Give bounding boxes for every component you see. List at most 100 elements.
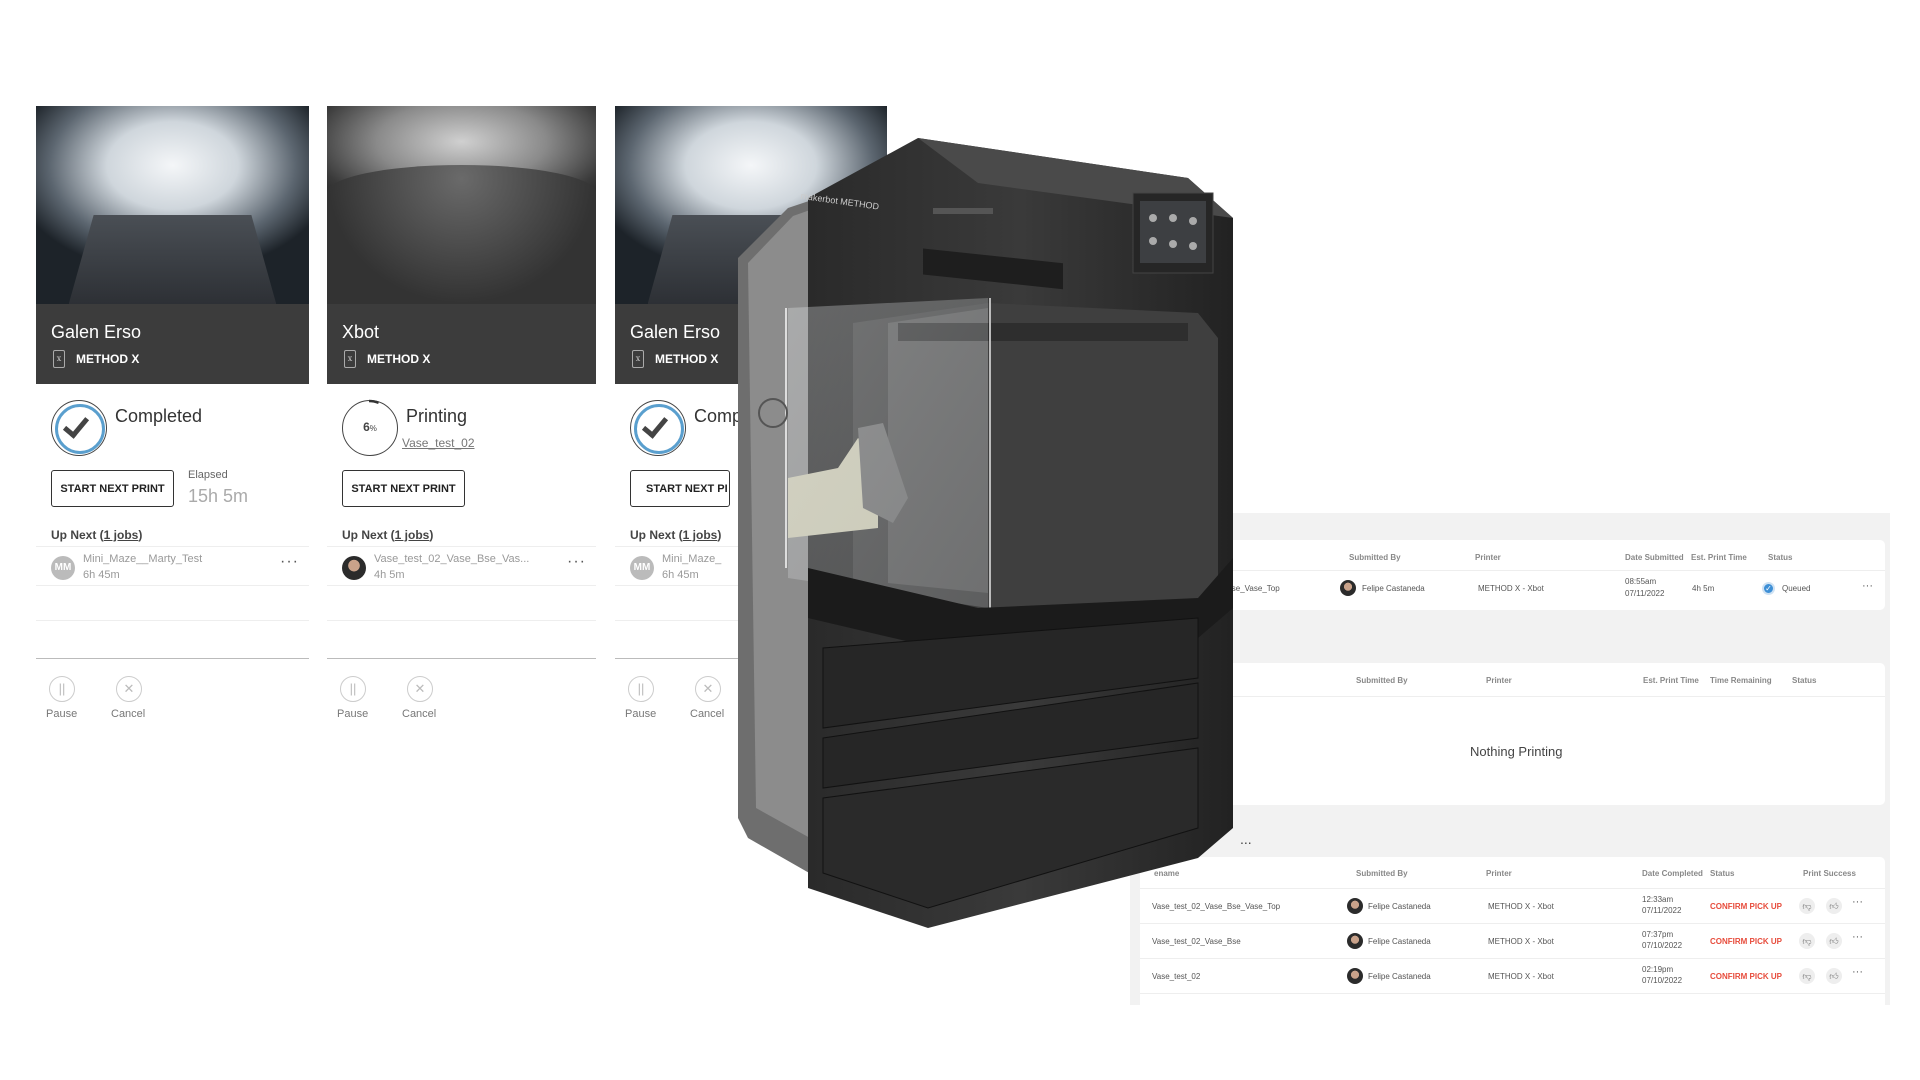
printer: METHOD X - Xbot [1478, 584, 1544, 593]
more-options-button[interactable]: ··· [1852, 896, 1863, 908]
pause-button[interactable]: || [628, 676, 654, 702]
col-est-print-time: Est. Print Time [1691, 553, 1747, 562]
completed-table: ename Submitted By Printer Date Complete… [1140, 857, 1885, 1005]
confirm-pick-up-link[interactable]: CONFIRM PICK UP [1710, 902, 1782, 911]
printer-name: Galen Erso [630, 322, 721, 342]
cancel-label: Cancel [111, 708, 146, 720]
empty-state: Nothing Printing [1470, 744, 1563, 759]
printing-table: Submitted By Printer Est. Print Time Tim… [1190, 663, 1885, 805]
avatar [1347, 933, 1363, 949]
printer-name: Xbot [342, 322, 380, 342]
job-name: Mini_Maze_ [662, 553, 722, 565]
queued-check-icon: ✓ [1762, 582, 1775, 595]
status-text: Printing [406, 406, 468, 426]
check-circle-icon [51, 400, 107, 456]
pause-label: Pause [337, 708, 369, 720]
col-status: Status [1792, 676, 1817, 685]
printer: METHOD X - Xbot [1488, 972, 1554, 981]
start-next-print-button[interactable]: START NEXT PI [630, 470, 730, 507]
current-job-link[interactable]: Vase_test_02 [402, 436, 475, 450]
more-options-button[interactable]: ··· [1852, 966, 1863, 978]
submitted-by: Felipe Castaneda [1368, 937, 1431, 946]
printer-card[interactable]: Xbot x METHOD X 6% Printing Vase_test_02… [327, 106, 596, 746]
job-name: Vase_test_02_Vase_Bse_Vas... [374, 553, 530, 565]
more-options-button[interactable]: ··· [1862, 580, 1873, 592]
start-next-print-button[interactable]: START NEXT PRINT [51, 470, 174, 507]
col-status: Status [1710, 869, 1735, 878]
pause-label: Pause [46, 708, 78, 720]
printer-header: Xbot x METHOD X [327, 304, 596, 384]
avatar [1347, 968, 1363, 984]
time-completed: 02:19pm [1642, 965, 1674, 974]
submitted-by: Felipe Castaneda [1368, 902, 1431, 911]
progress-value: 6 [363, 420, 370, 434]
camera-feed[interactable] [327, 106, 596, 304]
job-time: 6h 45m [83, 569, 120, 581]
col-print-success: Print Success [1803, 869, 1856, 878]
printer-product-image: makerbot METHOD [738, 138, 1233, 928]
avatar [1340, 580, 1356, 596]
cancel-button[interactable]: ✕ [116, 676, 142, 702]
filename: Vase_test_02_Vase_Bse [1152, 937, 1241, 946]
progress-ring: 6% [341, 399, 398, 456]
job-name: Mini_Maze__Marty_Test [83, 553, 203, 565]
filename: Vase_test_02 [1152, 972, 1201, 981]
printer-header: Galen Erso x METHOD X [36, 304, 309, 384]
elapsed-label: Elapsed [188, 469, 228, 481]
elapsed-value: 15h 5m [188, 486, 249, 506]
thumbs-down-icon[interactable]: 👎︎ [1799, 968, 1815, 984]
col-status: Status [1768, 553, 1793, 562]
col-est-print-time: Est. Print Time [1643, 676, 1699, 685]
time-completed: 07:37pm [1642, 930, 1674, 939]
avatar: MM [51, 556, 75, 580]
col-submitted-by: Submitted By [1356, 676, 1408, 685]
check-circle-icon [630, 400, 686, 456]
cancel-label: Cancel [402, 708, 437, 720]
cancel-button[interactable]: ✕ [695, 676, 721, 702]
printer: METHOD X - Xbot [1488, 937, 1554, 946]
avatar [1347, 898, 1363, 914]
status: Queued [1782, 584, 1811, 593]
confirm-pick-up-link[interactable]: CONFIRM PICK UP [1710, 972, 1782, 981]
job-time: 6h 45m [662, 569, 699, 581]
touchscreen [1140, 201, 1206, 263]
up-next-label: Up Next (1 jobs) [51, 528, 143, 542]
start-next-print-button[interactable]: START NEXT PRINT [342, 470, 465, 507]
progress-unit: % [369, 424, 377, 433]
printer-model: METHOD X [76, 352, 140, 366]
more-options-button[interactable]: ··· [567, 553, 586, 571]
camera-feed[interactable] [36, 106, 309, 304]
cancel-label: Cancel [690, 708, 725, 720]
date-submitted: 07/11/2022 [1625, 589, 1665, 598]
printer: METHOD X - Xbot [1488, 902, 1554, 911]
thumbs-up-icon[interactable]: 👍︎ [1826, 898, 1842, 914]
thumbs-down-icon[interactable]: 👎︎ [1799, 898, 1815, 914]
list-item[interactable]: Vase_test_02_Vase_Bse_Vas... 4h 5m ··· [327, 546, 596, 586]
pause-button[interactable]: || [49, 676, 75, 702]
printer-card[interactable]: Galen Erso x METHOD X Completed START NE… [36, 106, 309, 746]
confirm-pick-up-link[interactable]: CONFIRM PICK UP [1710, 937, 1782, 946]
col-time-remaining: Time Remaining [1710, 676, 1772, 685]
up-next-jobs-link[interactable]: 1 jobs [395, 528, 430, 542]
up-next-jobs-link[interactable]: 1 jobs [683, 528, 718, 542]
more-options-button[interactable]: ··· [1852, 931, 1863, 943]
thumbs-up-icon[interactable]: 👍︎ [1826, 968, 1842, 984]
thumbs-down-icon[interactable]: 👎︎ [1799, 933, 1815, 949]
thumbs-up-icon[interactable]: 👍︎ [1826, 933, 1842, 949]
col-date-submitted: Date Submitted [1625, 553, 1684, 562]
col-printer: Printer [1486, 869, 1512, 878]
more-options-button[interactable]: ··· [280, 553, 299, 571]
up-next-jobs-link[interactable]: 1 jobs [104, 528, 139, 542]
pause-button[interactable]: || [340, 676, 366, 702]
col-submitted-by: Submitted By [1356, 869, 1408, 878]
list-item[interactable]: MM Mini_Maze__Marty_Test 6h 45m ··· [36, 546, 309, 586]
col-printer: Printer [1475, 553, 1501, 562]
submitted-by: Felipe Castaneda [1368, 972, 1431, 981]
cancel-button[interactable]: ✕ [407, 676, 433, 702]
col-printer: Printer [1486, 676, 1512, 685]
printer-model: METHOD X [655, 352, 719, 366]
date-completed: 07/10/2022 [1642, 941, 1683, 950]
up-next-label: Up Next (1 jobs) [630, 528, 722, 542]
printer-model: METHOD X [367, 352, 431, 366]
printer-name: Galen Erso [51, 322, 142, 342]
